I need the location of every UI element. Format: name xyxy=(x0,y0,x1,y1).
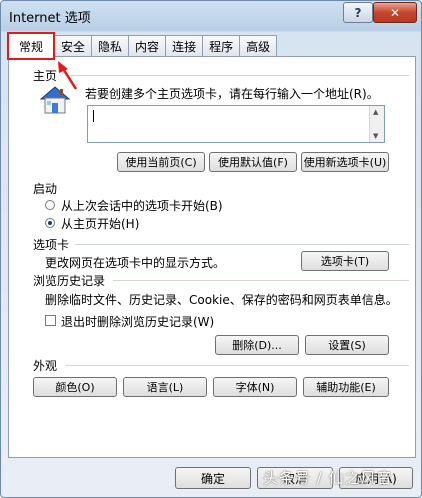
divider xyxy=(65,75,409,76)
tabs-heading: 选项卡 xyxy=(33,238,70,252)
startup-home-radio[interactable] xyxy=(45,218,55,228)
history-settings-button[interactable]: 设置(S) xyxy=(305,335,389,355)
watermark-text: 头条号 / 仙之风音 xyxy=(263,469,393,487)
startup-heading: 启动 xyxy=(33,182,58,196)
tab-programs[interactable]: 程序 xyxy=(202,35,241,56)
use-new-tab-button[interactable]: 使用新选项卡(U) xyxy=(301,152,389,172)
startup-home-label: 从主页开始(H) xyxy=(61,217,140,231)
tab-strip: 常规 安全 隐私 内容 连接 程序 高级 xyxy=(7,32,278,60)
history-heading: 浏览历史记录 xyxy=(33,274,106,288)
fonts-button[interactable]: 字体(N) xyxy=(213,377,297,397)
divider xyxy=(75,244,409,245)
tab-general[interactable]: 常规 xyxy=(7,32,56,60)
tab-security[interactable]: 安全 xyxy=(54,35,93,56)
tab-content[interactable]: 内容 xyxy=(128,35,167,56)
title-bar: Internet 选项 ? ✕ xyxy=(1,1,421,29)
scroll-down-icon: ▼ xyxy=(373,132,379,140)
divider xyxy=(113,280,409,281)
internet-options-window: Internet 选项 ? ✕ 常规 安全 隐私 内容 连接 程序 高级 主页 … xyxy=(0,0,422,498)
tab-privacy[interactable]: 隐私 xyxy=(91,35,130,56)
scroll-up-icon: ▲ xyxy=(373,108,379,116)
languages-button[interactable]: 语言(L) xyxy=(123,377,207,397)
tab-connections[interactable]: 连接 xyxy=(165,35,204,56)
history-description: 删除临时文件、历史记录、Cookie、保存的密码和网页表单信息。 xyxy=(45,293,398,307)
accessibility-button[interactable]: 辅助功能(E) xyxy=(303,377,389,397)
home-heading: 主页 xyxy=(33,69,58,83)
ok-button[interactable]: 确定 xyxy=(175,467,251,489)
use-current-button[interactable]: 使用当前页(C) xyxy=(117,152,205,172)
colors-button[interactable]: 颜色(O) xyxy=(33,377,117,397)
home-description: 若要创建多个主页选项卡，请在每行输入一个地址(R)。 xyxy=(85,87,379,101)
use-default-button[interactable]: 使用默认值(F) xyxy=(209,152,297,172)
textarea-scrollbar[interactable]: ▲ ▼ xyxy=(369,106,384,142)
text-caret xyxy=(93,110,94,122)
delete-history-button[interactable]: 删除(D)... xyxy=(215,335,299,355)
tabs-settings-button[interactable]: 选项卡(T) xyxy=(301,251,389,271)
close-button[interactable]: ✕ xyxy=(373,2,417,23)
appearance-heading: 外观 xyxy=(33,359,58,373)
home-page-textarea[interactable]: ▲ ▼ xyxy=(87,105,385,143)
annotation-arrow-icon xyxy=(58,61,78,90)
window-title: Internet 选项 xyxy=(9,11,91,26)
help-button[interactable]: ? xyxy=(343,2,373,23)
startup-last-session-label: 从上次会话中的选项卡开始(B) xyxy=(61,199,223,213)
startup-last-session-radio[interactable] xyxy=(45,200,55,210)
divider xyxy=(65,365,409,366)
delete-on-exit-checkbox[interactable] xyxy=(45,315,56,326)
tabs-description: 更改网页在选项卡中的显示方式。 xyxy=(45,256,226,270)
delete-on-exit-label: 退出时删除浏览历史记录(W) xyxy=(61,315,215,329)
tab-advanced[interactable]: 高级 xyxy=(239,35,278,56)
general-tab-panel: 主页 若要创建多个主页选项卡，请在每行输入一个地址(R)。 ▲ ▼ 使用当前页(… xyxy=(8,56,416,458)
